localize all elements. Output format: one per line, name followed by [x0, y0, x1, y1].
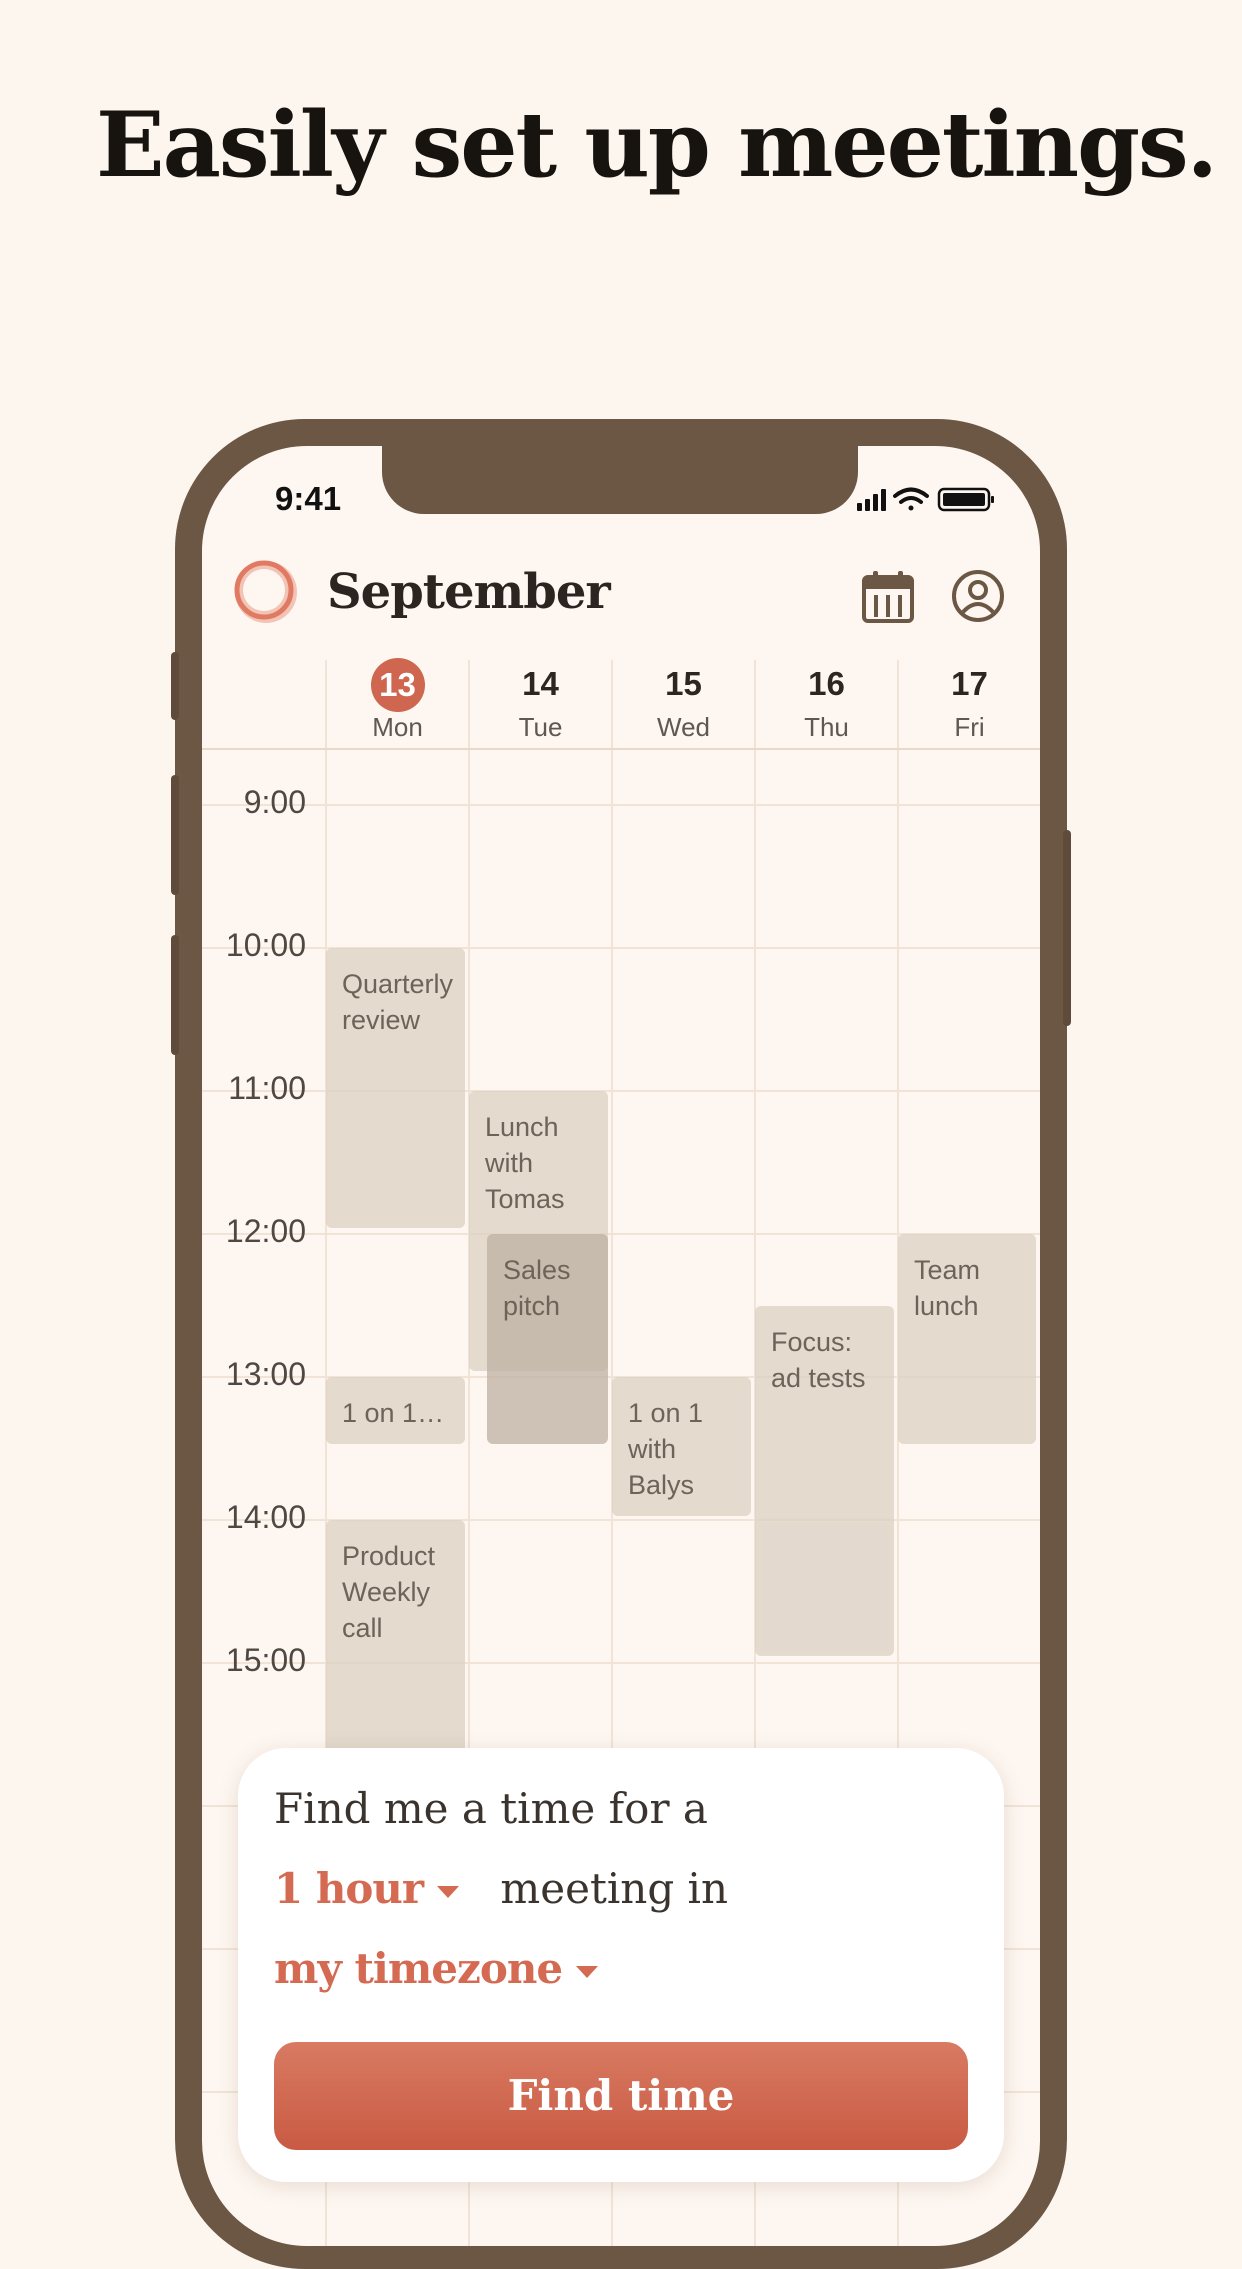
power-button: [1063, 830, 1071, 1026]
find-time-button[interactable]: Find time: [274, 2042, 968, 2150]
day-header-mon[interactable]: 13 Mon: [326, 658, 469, 744]
day-name: Thu: [804, 712, 849, 742]
event-block[interactable]: Sales pitch: [487, 1234, 608, 1444]
day-name: Fri: [954, 712, 985, 742]
month-title[interactable]: September: [327, 564, 611, 620]
finder-meeting-text: meeting in: [500, 1864, 729, 1913]
finder-duration-row: 1 hour meeting in: [274, 1864, 728, 1913]
day-header-thu[interactable]: 16 Thu: [755, 658, 898, 744]
app-logo-icon: [234, 560, 297, 623]
event-block[interactable]: Team lunch: [898, 1234, 1036, 1444]
calendar-icon[interactable]: [860, 568, 916, 624]
today-badge: 13: [370, 658, 425, 712]
profile-icon[interactable]: [950, 568, 1006, 624]
hour-label: 11:00: [228, 1070, 306, 1106]
day-number: 16: [808, 665, 845, 702]
phone-screen: 9:41 September 13 Mon 14 Tue 15 Wed 16 T…: [202, 446, 1040, 2246]
hour-label: 14:00: [225, 1499, 306, 1535]
day-name: Mon: [372, 712, 423, 742]
volume-up-button: [171, 775, 179, 895]
status-icons: [857, 487, 994, 512]
day-number: 17: [951, 665, 988, 702]
day-header-tue[interactable]: 14 Tue: [469, 658, 612, 744]
hour-label: 12:00: [225, 1213, 306, 1249]
day-header-fri[interactable]: 17 Fri: [898, 658, 1040, 744]
finder-prompt: Find me a time for a: [274, 1784, 708, 1833]
hour-label: 10:00: [225, 927, 306, 963]
event-block[interactable]: Product Weekly call: [326, 1520, 465, 1760]
chevron-down-icon: [576, 1966, 599, 1978]
event-block[interactable]: Quarterly review: [326, 948, 465, 1228]
event-block[interactable]: 1 on 1 w...: [326, 1377, 465, 1444]
status-time: 9:41: [275, 480, 342, 517]
hour-line: [202, 804, 1040, 806]
day-name: Wed: [657, 712, 710, 742]
day-header-wed[interactable]: 15 Wed: [612, 658, 755, 744]
signal-icon: [857, 489, 886, 511]
hour-label: 13:00: [225, 1356, 306, 1392]
event-block[interactable]: Focus: ad tests: [755, 1306, 894, 1656]
battery-icon: [937, 487, 994, 512]
timezone-dropdown[interactable]: my timezone: [274, 1944, 599, 1993]
hour-label: 9:00: [243, 784, 306, 820]
wifi-icon: [893, 487, 929, 511]
event-block[interactable]: 1 on 1 with Balys: [612, 1377, 751, 1516]
timezone-value: my timezone: [274, 1944, 563, 1993]
day-name: Tue: [518, 712, 563, 742]
hour-label: 15:00: [225, 1642, 306, 1678]
day-number: 15: [665, 665, 702, 702]
notch: [382, 446, 858, 514]
headline: Easily set up meetings.: [96, 92, 1218, 198]
volume-down-button: [171, 935, 179, 1055]
chevron-down-icon: [437, 1886, 460, 1898]
header-divider: [202, 748, 1040, 750]
finder-timezone-row: my timezone: [274, 1944, 599, 1993]
duration-value: 1 hour: [274, 1864, 424, 1913]
duration-dropdown[interactable]: 1 hour: [274, 1864, 460, 1913]
find-time-card: Find me a time for a 1 hour meeting in m…: [238, 1748, 1004, 2182]
day-number: 14: [522, 665, 559, 702]
day-number: 13: [326, 658, 469, 712]
mute-switch: [171, 652, 179, 720]
